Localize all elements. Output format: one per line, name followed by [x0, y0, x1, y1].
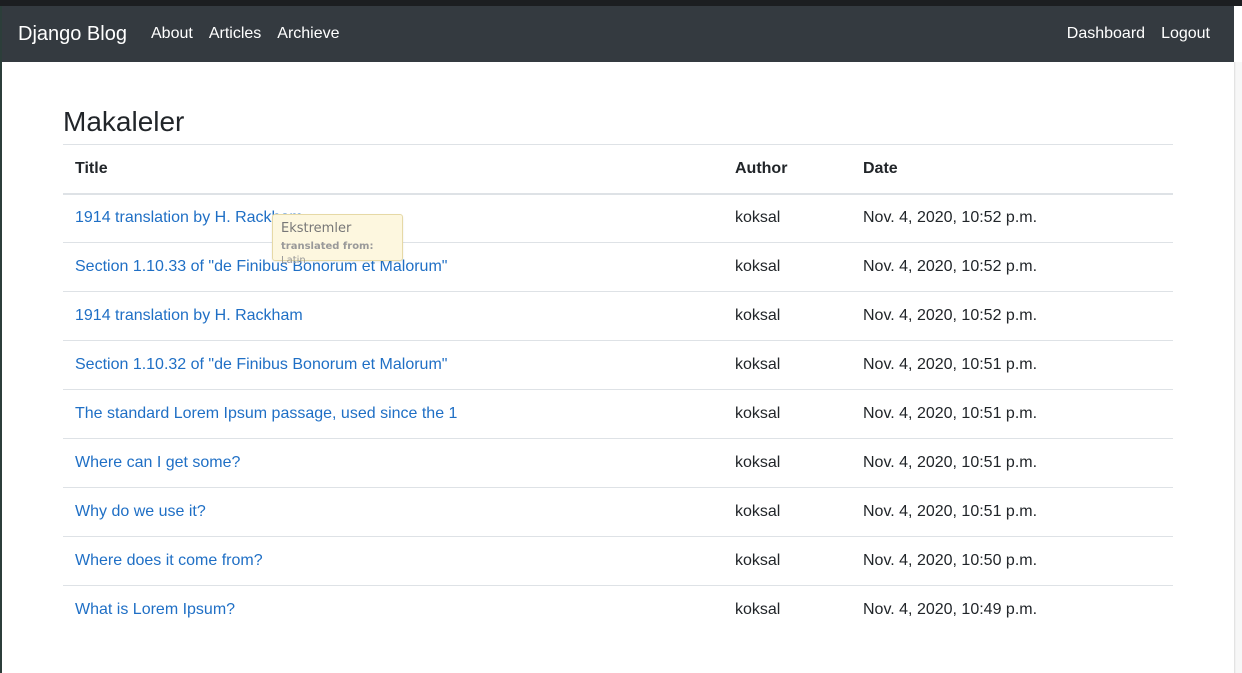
article-author: koksal	[723, 389, 851, 439]
nav-link-archieve[interactable]: Archieve	[277, 24, 339, 44]
column-header-date: Date	[851, 144, 1173, 195]
article-date: Nov. 4, 2020, 10:51 p.m.	[851, 438, 1173, 488]
article-title-cell: Where does it come from?	[63, 536, 723, 586]
table-row: The standard Lorem Ipsum passage, used s…	[63, 389, 1173, 439]
article-date: Nov. 4, 2020, 10:52 p.m.	[851, 193, 1173, 243]
article-title-cell: 1914 translation by H. Rackham	[63, 291, 723, 341]
article-title-cell: Where can I get some?	[63, 438, 723, 488]
article-date: Nov. 4, 2020, 10:51 p.m.	[851, 487, 1173, 537]
article-author: koksal	[723, 242, 851, 292]
article-date: Nov. 4, 2020, 10:52 p.m.	[851, 291, 1173, 341]
table-row: Where does it come from? koksal Nov. 4, …	[63, 536, 1173, 586]
table-row: What is Lorem Ipsum? koksal Nov. 4, 2020…	[63, 585, 1173, 635]
article-title-cell: Section 1.10.32 of "de Finibus Bonorum e…	[63, 340, 723, 390]
articles-table: Title Author Date 1914 translation by H.…	[63, 144, 1173, 635]
article-date: Nov. 4, 2020, 10:51 p.m.	[851, 340, 1173, 390]
table-row: 1914 translation by H. Rackham koksal No…	[63, 291, 1173, 341]
tooltip-source-lang: Latin	[281, 255, 306, 266]
table-header-row: Title Author Date	[63, 144, 1173, 195]
article-title-link[interactable]: Section 1.10.32 of "de Finibus Bonorum e…	[75, 356, 447, 373]
table-row: Section 1.10.33 of "de Finibus Bonorum e…	[63, 242, 1173, 292]
article-author: koksal	[723, 340, 851, 390]
nav-link-dashboard[interactable]: Dashboard	[1067, 24, 1145, 44]
table-row: 1914 translation by H. Rackham koksal No…	[63, 193, 1173, 243]
article-title-link[interactable]: What is Lorem Ipsum?	[75, 601, 235, 618]
article-date: Nov. 4, 2020, 10:49 p.m.	[851, 585, 1173, 635]
article-title-cell: Why do we use it?	[63, 487, 723, 537]
nav-link-logout[interactable]: Logout	[1161, 24, 1210, 44]
table-row: Where can I get some? koksal Nov. 4, 202…	[63, 438, 1173, 488]
article-title-link[interactable]: Where does it come from?	[75, 552, 263, 569]
window-left-edge	[0, 6, 2, 673]
article-title-link[interactable]: 1914 translation by H. Rackham	[75, 307, 303, 324]
article-title-link[interactable]: The standard Lorem Ipsum passage, used s…	[75, 405, 457, 422]
tooltip-source-prefix: translated from:	[281, 241, 374, 252]
tooltip-source: translated from: Latin	[281, 240, 394, 268]
navbar-right-links: Dashboard Logout	[1067, 24, 1210, 44]
column-header-title: Title	[63, 144, 723, 195]
article-author: koksal	[723, 193, 851, 243]
navbar-left-links: About Articles Archieve	[151, 24, 340, 44]
article-date: Nov. 4, 2020, 10:52 p.m.	[851, 242, 1173, 292]
article-title-link[interactable]: Why do we use it?	[75, 503, 206, 520]
table-row: Why do we use it? koksal Nov. 4, 2020, 1…	[63, 487, 1173, 537]
article-date: Nov. 4, 2020, 10:50 p.m.	[851, 536, 1173, 586]
article-author: koksal	[723, 585, 851, 635]
tooltip-translation: Ekstremler	[281, 221, 352, 236]
table-row: Section 1.10.32 of "de Finibus Bonorum e…	[63, 340, 1173, 390]
article-title-cell: What is Lorem Ipsum?	[63, 585, 723, 635]
article-author: koksal	[723, 536, 851, 586]
article-date: Nov. 4, 2020, 10:51 p.m.	[851, 389, 1173, 439]
column-header-author: Author	[723, 144, 851, 195]
article-title-cell: The standard Lorem Ipsum passage, used s…	[63, 389, 723, 439]
nav-link-articles[interactable]: Articles	[209, 24, 261, 44]
navbar: Django Blog About Articles Archieve Dash…	[2, 6, 1234, 62]
translation-tooltip: Ekstremler translated from: Latin	[272, 214, 403, 266]
article-author: koksal	[723, 487, 851, 537]
article-title-link[interactable]: Where can I get some?	[75, 454, 240, 471]
page-title: Makaleler	[63, 106, 185, 137]
scrollbar-thumb[interactable]	[1236, 62, 1242, 673]
article-title-link[interactable]: 1914 translation by H. Rackham	[75, 209, 303, 226]
navbar-brand[interactable]: Django Blog	[18, 22, 127, 46]
article-author: koksal	[723, 438, 851, 488]
scrollbar[interactable]	[1234, 62, 1242, 673]
nav-link-about[interactable]: About	[151, 24, 193, 44]
article-author: koksal	[723, 291, 851, 341]
